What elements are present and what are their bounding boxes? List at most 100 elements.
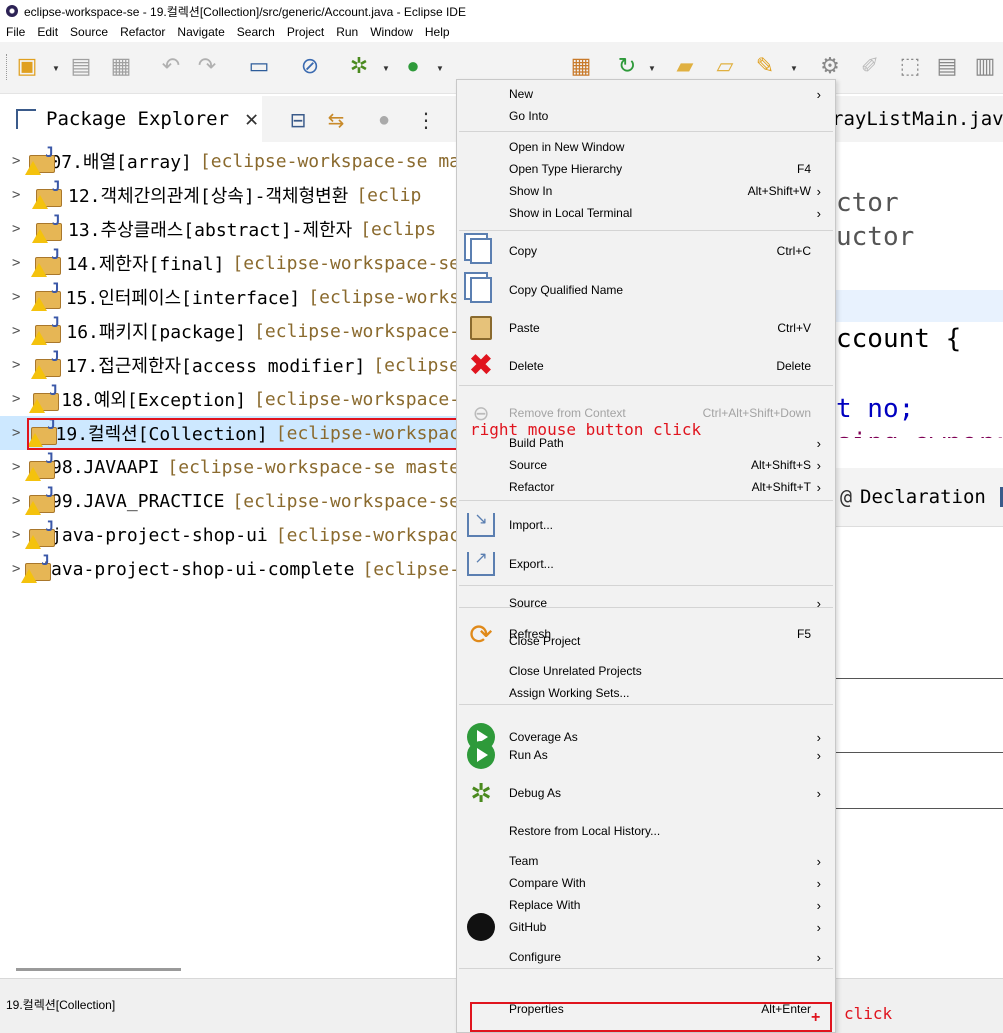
package-explorer-tab[interactable]: Package Explorer ✕ bbox=[0, 96, 262, 142]
filter-icon[interactable]: ● bbox=[370, 106, 398, 134]
expand-chevron-icon[interactable]: > bbox=[12, 493, 25, 509]
menu-item-refactor[interactable]: Refactor Alt+Shift+T › bbox=[457, 476, 835, 498]
add-icon[interactable]: ▦ bbox=[566, 51, 596, 81]
tree-item-project[interactable]: > J 99.JAVA_PRACTICE [eclipse-workspace-se bbox=[0, 484, 460, 518]
tree-item-project[interactable]: > J 14.제한자[final] [eclipse-workspace-se bbox=[0, 246, 460, 280]
horizontal-scrollbar[interactable] bbox=[16, 968, 181, 971]
menu-item-new[interactable]: New › bbox=[457, 83, 835, 105]
menu-item-debug-as[interactable]: ✲ Debug As › bbox=[457, 778, 835, 808]
menu-project[interactable]: Project bbox=[281, 22, 330, 42]
menu-source[interactable]: Source bbox=[64, 22, 114, 42]
editor-tab[interactable]: rayListMain.java bbox=[832, 96, 1003, 142]
undo-icon[interactable]: ↶ bbox=[156, 51, 186, 81]
save-icon[interactable]: ▤ bbox=[66, 51, 96, 81]
tree-item-project[interactable]: > J 13.추상클래스[abstract]-제한자 [eclips bbox=[0, 212, 460, 246]
menu-navigate[interactable]: Navigate bbox=[171, 22, 230, 42]
menu-item-close-unrelated-projects[interactable]: Close Unrelated Projects bbox=[457, 660, 835, 682]
menu-edit[interactable]: Edit bbox=[31, 22, 64, 42]
menu-item-import[interactable]: ↘ Import... bbox=[457, 512, 835, 537]
menu-item-paste[interactable]: Paste Ctrl+V bbox=[457, 316, 835, 340]
debug-dropdown-icon[interactable]: ▼ bbox=[382, 64, 390, 73]
refresh-icon[interactable]: ↻ bbox=[612, 51, 642, 81]
declaration-tab[interactable]: @ Declaration bbox=[836, 468, 1003, 526]
open-file-icon[interactable]: ▱ bbox=[710, 51, 740, 81]
menu-item-export[interactable]: ↗ Export... bbox=[457, 551, 835, 576]
tree-item-project[interactable]: > J 15.인터페이스[interface] [eclipse-works bbox=[0, 280, 460, 314]
menu-item-replace-with[interactable]: Replace With › bbox=[457, 894, 835, 916]
menu-item-assign-working-sets[interactable]: Assign Working Sets... bbox=[457, 682, 835, 704]
tree-item-project[interactable]: > J 98.JAVAAPI [eclipse-workspace-se maste bbox=[0, 450, 460, 484]
menu-item-close-project[interactable]: Close Project bbox=[457, 630, 835, 652]
menu-item-source[interactable]: Source Alt+Shift+S › bbox=[457, 454, 835, 476]
expand-chevron-icon[interactable]: > bbox=[12, 425, 27, 441]
menu-refactor[interactable]: Refactor bbox=[114, 22, 171, 42]
skip-breakpoints-icon[interactable]: ⊘ bbox=[295, 51, 325, 81]
new-icon[interactable]: ▣ bbox=[12, 51, 42, 81]
debug-icon[interactable]: ✲ bbox=[344, 51, 374, 81]
expand-chevron-icon[interactable]: > bbox=[12, 289, 31, 305]
save-all-icon[interactable]: ▦ bbox=[106, 51, 136, 81]
expand-chevron-icon[interactable]: > bbox=[12, 153, 25, 169]
expand-chevron-icon[interactable]: > bbox=[12, 221, 32, 237]
redo-icon[interactable]: ↷ bbox=[192, 51, 222, 81]
link-with-editor-icon[interactable]: ⇆ bbox=[322, 106, 350, 134]
tree-item-project[interactable]: > Jjava-project-shop-ui-complete [eclipse- bbox=[0, 552, 460, 586]
menu-search[interactable]: Search bbox=[231, 22, 281, 42]
expand-chevron-icon[interactable]: > bbox=[12, 187, 32, 203]
list-icon[interactable]: ▥ bbox=[970, 51, 1000, 81]
tree-item-project[interactable]: > Jjava-project-shop-ui [eclipse-workspac bbox=[0, 518, 460, 552]
collapse-all-icon[interactable]: ⊟ bbox=[284, 106, 312, 134]
expand-chevron-icon[interactable]: > bbox=[12, 357, 31, 373]
menu-item-run-as[interactable]: Run As › bbox=[457, 741, 835, 769]
project-name: 07.배열[array] bbox=[50, 152, 192, 173]
menu-item-show-in-local-terminal[interactable]: Show in Local Terminal › bbox=[457, 202, 835, 224]
menu-item-go-into[interactable]: Go Into bbox=[457, 105, 835, 127]
tree-item-project[interactable]: > J 17.접근제한자[access modifier] [eclipse bbox=[0, 348, 460, 382]
expand-chevron-icon[interactable]: > bbox=[12, 459, 25, 475]
menu-help[interactable]: Help bbox=[419, 22, 456, 42]
menu-item-compare-with[interactable]: Compare With › bbox=[457, 872, 835, 894]
menu-item-restore-from-local-history[interactable]: Restore from Local History... bbox=[457, 820, 835, 842]
code-line: t no; bbox=[836, 394, 915, 424]
expand-chevron-icon[interactable]: > bbox=[12, 323, 31, 339]
java-project-icon: J bbox=[32, 179, 64, 211]
menu-item-configure[interactable]: Configure › bbox=[457, 946, 835, 968]
refresh-dropdown-icon[interactable]: ▼ bbox=[648, 64, 656, 73]
open-folder-icon[interactable]: ▰ bbox=[670, 51, 700, 81]
new-dropdown-icon[interactable]: ▼ bbox=[52, 64, 60, 73]
menu-item-github[interactable]: GitHub › bbox=[457, 913, 835, 941]
close-icon[interactable]: ✕ bbox=[245, 107, 258, 132]
brush-icon[interactable]: ✐ bbox=[855, 51, 885, 81]
run-icon[interactable]: ● bbox=[398, 51, 428, 81]
menu-window[interactable]: Window bbox=[364, 22, 419, 42]
menu-run[interactable]: Run bbox=[330, 22, 364, 42]
settings-icon[interactable]: ⚙ bbox=[815, 51, 845, 81]
tree-item-project[interactable]: > J 16.패키지[package] [eclipse-workspace- bbox=[0, 314, 460, 348]
menu-item-source[interactable]: Source › bbox=[457, 592, 835, 614]
pen-icon[interactable]: ✎ bbox=[750, 51, 780, 81]
tree-item-project[interactable]: > J 18.예외[Exception] [eclipse-workspace- bbox=[0, 382, 460, 416]
puzzle-icon[interactable]: ⬚ bbox=[895, 51, 925, 81]
menu-item-open-in-new-window[interactable]: Open in New Window bbox=[457, 136, 835, 158]
expand-chevron-icon[interactable]: > bbox=[12, 561, 21, 577]
terminal-icon[interactable]: ▭ bbox=[244, 51, 274, 81]
menu-item-copy[interactable]: Copy Ctrl+C bbox=[457, 238, 835, 264]
tree-item-project[interactable]: > J 12.객체간의관계[상속]-객체형변환 [eclip bbox=[0, 178, 460, 212]
pen-dropdown-icon[interactable]: ▼ bbox=[790, 64, 798, 73]
code-editor[interactable]: ctor uctor ccount { t no; sing owner; bbox=[836, 142, 1003, 467]
menu-item-delete[interactable]: ✖ Delete Delete bbox=[457, 351, 835, 381]
tree-item-project[interactable]: > J 07.배열[array] [eclipse-workspace-se ma bbox=[0, 144, 460, 178]
menu-item-open-type-hierarchy[interactable]: Open Type Hierarchy F4 bbox=[457, 158, 835, 180]
view-menu-icon[interactable]: ⋮ bbox=[412, 106, 440, 134]
compare-icon[interactable]: ▤ bbox=[932, 51, 962, 81]
menu-file[interactable]: File bbox=[0, 22, 31, 42]
expand-chevron-icon[interactable]: > bbox=[12, 391, 29, 407]
menu-item-copy-qualified-name[interactable]: Copy Qualified Name bbox=[457, 277, 835, 303]
submenu-arrow-icon: › bbox=[816, 183, 821, 199]
expand-chevron-icon[interactable]: > bbox=[12, 527, 25, 543]
run-dropdown-icon[interactable]: ▼ bbox=[436, 64, 444, 73]
menu-item-show-in[interactable]: Show In Alt+Shift+W › bbox=[457, 180, 835, 202]
menu-item-team[interactable]: Team › bbox=[457, 850, 835, 872]
java-project-icon: J bbox=[29, 383, 60, 415]
expand-chevron-icon[interactable]: > bbox=[12, 255, 31, 271]
